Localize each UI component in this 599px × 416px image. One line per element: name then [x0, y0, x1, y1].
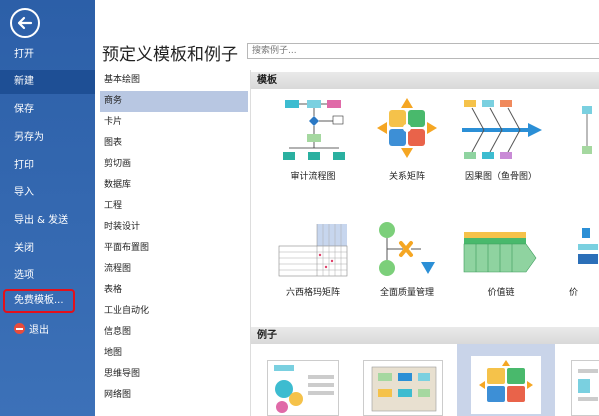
example-thumbnail[interactable] [363, 360, 443, 416]
category-item[interactable]: 流程图 [100, 259, 248, 280]
template-partial-bottom[interactable]: 价 [569, 218, 599, 298]
category-item[interactable]: 卡片 [100, 112, 248, 133]
template-label: 全面质量管理 [379, 288, 434, 298]
template-six-sigma-matrix[interactable]: 六西格玛矩阵 [263, 218, 363, 298]
six-sigma-matrix-thumbnail [278, 224, 348, 277]
template-label: 六西格玛矩阵 [285, 288, 340, 298]
partial-thumbnail [578, 228, 598, 264]
example-preview [471, 356, 541, 414]
menu-save-as[interactable]: 另存为 [0, 126, 95, 150]
section-header-templates: 模板 [251, 72, 599, 89]
category-item[interactable]: 时装设计 [100, 217, 248, 238]
menu-options[interactable]: 选项 [0, 264, 95, 288]
template-value-chain[interactable]: 价值链 [451, 218, 551, 298]
audit-flowchart-thumbnail [283, 100, 345, 160]
template-label: 关系矩阵 [388, 172, 425, 182]
menu-export-send[interactable]: 导出 & 发送 [0, 209, 95, 233]
app-window: 打开 新建 保存 另存为 打印 导入 导出 & 发送 关闭 选项 免费模板...… [0, 0, 599, 416]
category-item[interactable]: 基本绘图 [100, 70, 248, 91]
menu-exit[interactable]: 退出 [0, 319, 95, 343]
category-item[interactable]: 地图 [100, 343, 248, 364]
tqm-thumbnail [379, 222, 435, 276]
search-input[interactable]: 搜索例子... [247, 43, 599, 59]
category-item-selected[interactable]: 商务 [100, 91, 248, 112]
menu-open[interactable]: 打开 [0, 43, 95, 67]
example-preview [578, 369, 598, 401]
example-thumbnail[interactable] [267, 360, 339, 416]
exit-icon [14, 323, 25, 334]
template-label: 价值链 [487, 288, 515, 298]
file-menu-sidebar: 打开 新建 保存 另存为 打印 导入 导出 & 发送 关闭 选项 免费模板...… [0, 0, 95, 416]
page-title: 预定义模板和例子 [102, 45, 238, 65]
value-chain-thumbnail [463, 232, 537, 273]
main-panel: 预定义模板和例子 搜索例子... 基本绘图 商务 卡片 图表 剪切画 数据库 工… [95, 0, 599, 416]
category-item[interactable]: 表格 [100, 280, 248, 301]
template-audit-flowchart[interactable]: 审计流程图 [263, 96, 363, 182]
menu-import[interactable]: 导入 [0, 181, 95, 205]
example-preview [274, 365, 334, 413]
template-label: 审计流程图 [290, 172, 336, 182]
category-item[interactable]: 剪切画 [100, 154, 248, 175]
example-preview [371, 366, 437, 412]
category-item[interactable]: 图表 [100, 133, 248, 154]
relationship-matrix-thumbnail [377, 98, 437, 158]
example-thumbnail-partial[interactable] [571, 360, 599, 416]
category-item[interactable]: 信息图 [100, 322, 248, 343]
template-fishbone-diagram[interactable]: 因果图（鱼骨图） [451, 96, 551, 182]
category-item[interactable]: 数据库 [100, 175, 248, 196]
template-total-quality-management[interactable]: 全面质量管理 [357, 218, 457, 298]
category-list: 基本绘图 商务 卡片 图表 剪切画 数据库 工程 时装设计 平面布置图 流程图 … [100, 70, 248, 416]
menu-free-templates[interactable]: 免费模板... [3, 289, 75, 313]
menu-exit-label: 退出 [29, 325, 49, 336]
template-partial-top[interactable] [569, 96, 599, 166]
menu-print[interactable]: 打印 [0, 154, 95, 178]
template-label: 因果图（鱼骨图） [464, 172, 537, 182]
menu-save[interactable]: 保存 [0, 98, 95, 122]
section-header-examples: 例子 [251, 327, 599, 344]
category-item[interactable]: 网络图 [100, 385, 248, 406]
template-label: 价 [569, 288, 579, 298]
menu-close[interactable]: 关闭 [0, 237, 95, 261]
example-thumbnail-selected[interactable] [457, 344, 555, 416]
template-relationship-matrix[interactable]: 关系矩阵 [357, 96, 457, 182]
back-button[interactable] [10, 8, 40, 38]
template-gallery: 模板 审计流程图 关系矩阵 因果图（鱼骨图） 六西格玛矩阵 全面质量管理 价值链… [250, 70, 599, 416]
menu-new[interactable]: 新建 [0, 70, 95, 94]
back-arrow-icon [17, 16, 33, 30]
category-item[interactable]: 平面布置图 [100, 238, 248, 259]
fishbone-thumbnail [462, 100, 542, 159]
category-item[interactable]: 工业自动化 [100, 301, 248, 322]
partial-thumbnail [582, 106, 592, 154]
category-item[interactable]: 工程 [100, 196, 248, 217]
category-item[interactable]: 思维导图 [100, 364, 248, 385]
